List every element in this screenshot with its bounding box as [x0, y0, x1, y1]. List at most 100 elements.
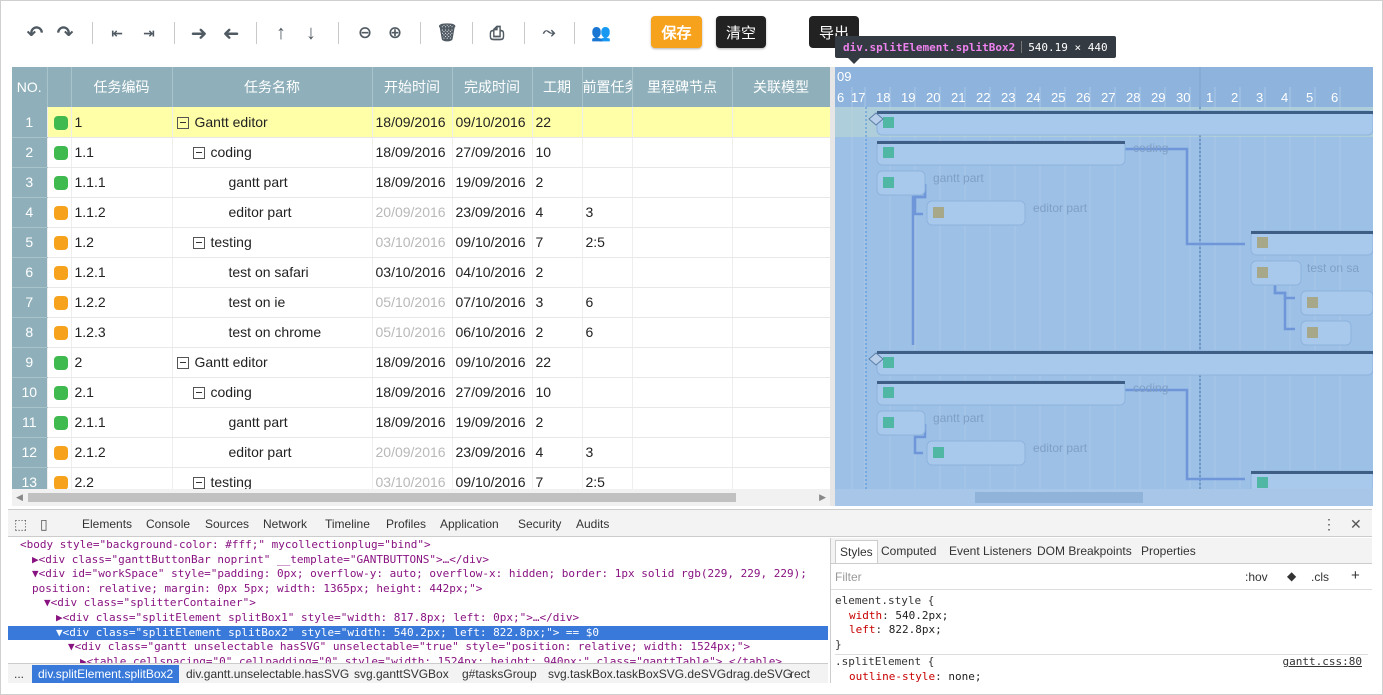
status-green-icon[interactable] — [53, 356, 68, 371]
zoom-out-icon[interactable]: ⊖ — [352, 20, 378, 46]
collapse-icon[interactable] — [176, 117, 189, 130]
task-code[interactable]: 1.2.3 — [71, 317, 173, 348]
devtools-tab-sources[interactable]: Sources — [205, 517, 249, 531]
task-code[interactable]: 1.2.1 — [71, 257, 173, 288]
table-row[interactable]: 12 2.1.2 editor part 20/09/2016 23/09/2016 4 3 — [12, 437, 830, 468]
css-prop[interactable]: outline-style — [849, 670, 935, 683]
devtools-tab-application[interactable]: Application — [440, 517, 499, 531]
start-date[interactable]: 20/09/2016 — [372, 437, 453, 468]
milestone-cell[interactable] — [632, 347, 733, 378]
start-date[interactable]: 03/10/2016 — [372, 257, 453, 288]
task-name-cell[interactable]: test on ie — [172, 287, 373, 318]
collapse-icon[interactable] — [192, 147, 205, 160]
gantt-scroll-thumb[interactable] — [975, 492, 1143, 503]
duration[interactable]: 10 — [532, 377, 583, 408]
cls-toggle[interactable]: .cls — [1311, 570, 1329, 584]
task-code[interactable]: 2.1.1 — [71, 407, 173, 438]
related-model-cell[interactable] — [732, 317, 830, 348]
milestone-cell[interactable] — [632, 437, 733, 468]
end-date[interactable]: 04/10/2016 — [452, 257, 533, 288]
dependencies[interactable] — [582, 107, 633, 138]
task-name-cell[interactable]: test on safari — [172, 257, 373, 288]
outdent-icon[interactable]: ⇤ — [104, 20, 130, 46]
collapse-icon[interactable] — [192, 477, 205, 490]
task-code[interactable]: 1 — [71, 107, 173, 138]
styles-tab[interactable]: Styles — [835, 540, 878, 563]
end-date[interactable]: 09/10/2016 — [452, 107, 533, 138]
milestone-cell[interactable] — [632, 227, 733, 258]
dom-node[interactable]: position: relative; margin: 0px 5px; wid… — [8, 582, 828, 597]
table-row[interactable]: 9 2 Gantt editor 18/09/2016 09/10/2016 22 — [12, 347, 830, 378]
dom-node[interactable]: ▼<div class="splitterContainer"> — [8, 596, 828, 611]
dom-node[interactable]: ▶<table cellspacing="0" cellpadding="0" … — [8, 655, 828, 663]
table-row[interactable]: 1 1 Gantt editor 18/09/2016 09/10/2016 22 — [12, 107, 830, 138]
filter-input[interactable]: Filter — [835, 570, 862, 584]
related-model-cell[interactable] — [732, 197, 830, 228]
status-green-icon[interactable] — [53, 176, 68, 191]
duration[interactable]: 2 — [532, 257, 583, 288]
status-orange-icon[interactable] — [53, 236, 68, 251]
task-name-cell[interactable]: coding — [172, 137, 373, 168]
devtools-tab-console[interactable]: Console — [146, 517, 190, 531]
breadcrumb-item[interactable]: div.gantt.unselectable.hasSVG — [186, 667, 349, 681]
related-model-cell[interactable] — [732, 137, 830, 168]
start-date[interactable]: 05/10/2016 — [372, 317, 453, 348]
column-header[interactable]: 任务编码 — [71, 67, 173, 107]
scroll-left-icon[interactable]: ◀ — [16, 492, 23, 503]
status-orange-icon[interactable] — [53, 266, 68, 281]
dependencies[interactable] — [582, 377, 633, 408]
task-name-cell[interactable]: gantt part — [172, 167, 373, 198]
task-name-cell[interactable]: gantt part — [172, 407, 373, 438]
task-code[interactable]: 2.1.2 — [71, 437, 173, 468]
table-row[interactable]: 2 1.1 coding 18/09/2016 27/09/2016 10 — [12, 137, 830, 168]
milestone-cell[interactable] — [632, 407, 733, 438]
start-date[interactable]: 03/10/2016 — [372, 227, 453, 258]
scroll-right-icon[interactable]: ▶ — [819, 492, 826, 503]
related-model-cell[interactable] — [732, 377, 830, 408]
breadcrumb-item[interactable]: svg.taskBox.taskBoxSVG.deSVGdrag.deSVG — [548, 667, 792, 681]
table-row[interactable]: 7 1.2.2 test on ie 05/10/2016 07/10/2016 3 6 — [12, 287, 830, 318]
table-row[interactable]: 3 1.1.1 gantt part 18/09/2016 19/09/2016 2 — [12, 167, 830, 198]
redo-icon[interactable]: ↷ — [52, 20, 78, 46]
devtools-tab-audits[interactable]: Audits — [576, 517, 609, 531]
end-date[interactable]: 09/10/2016 — [452, 347, 533, 378]
undo-icon[interactable]: ↶ — [22, 20, 48, 46]
task-bar[interactable] — [876, 380, 1126, 406]
indent-icon[interactable]: ⇥ — [136, 20, 162, 46]
css-value[interactable]: 822.8px; — [889, 623, 942, 636]
related-model-cell[interactable] — [732, 167, 830, 198]
arrow-up-icon[interactable]: ↑ — [268, 20, 294, 46]
related-model-cell[interactable] — [732, 227, 830, 258]
styles-tab[interactable]: Properties — [1141, 544, 1196, 558]
dependencies[interactable]: 6 — [582, 317, 633, 348]
dependencies[interactable]: 2:5 — [582, 227, 633, 258]
save-button[interactable]: 保存 — [651, 16, 702, 48]
duration[interactable]: 22 — [532, 107, 583, 138]
end-date[interactable]: 27/09/2016 — [452, 377, 533, 408]
delete-icon[interactable]: 🗑 — [434, 20, 460, 46]
column-header[interactable]: 关联模型 — [732, 67, 830, 107]
duration[interactable]: 2 — [532, 167, 583, 198]
column-header[interactable]: NO. — [12, 67, 48, 107]
dependencies[interactable]: 6 — [582, 287, 633, 318]
milestone-cell[interactable] — [632, 317, 733, 348]
collapse-icon[interactable] — [192, 387, 205, 400]
duration[interactable]: 7 — [532, 227, 583, 258]
task-code[interactable]: 1.1 — [71, 137, 173, 168]
status-orange-icon[interactable] — [53, 206, 68, 221]
status-green-icon[interactable] — [53, 146, 68, 161]
dependencies[interactable] — [582, 407, 633, 438]
status-orange-icon[interactable] — [53, 446, 68, 461]
devtools-tab-profiles[interactable]: Profiles — [386, 517, 426, 531]
table-row[interactable]: 5 1.2 testing 03/10/2016 09/10/2016 7 2:5 — [12, 227, 830, 258]
end-date[interactable]: 06/10/2016 — [452, 317, 533, 348]
more-options-icon[interactable]: ⋮ — [1322, 516, 1338, 532]
duration[interactable]: 4 — [532, 437, 583, 468]
start-date[interactable]: 18/09/2016 — [372, 377, 453, 408]
duration[interactable]: 2 — [532, 407, 583, 438]
related-model-cell[interactable] — [732, 347, 830, 378]
related-model-cell[interactable] — [732, 107, 830, 138]
status-green-icon[interactable] — [53, 416, 68, 431]
start-date[interactable]: 20/09/2016 — [372, 197, 453, 228]
task-code[interactable]: 1.2 — [71, 227, 173, 258]
